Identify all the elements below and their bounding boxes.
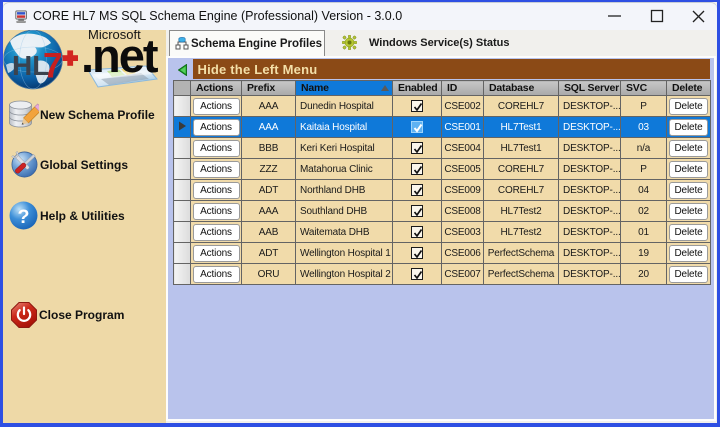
svg-text:.net: .net (81, 30, 159, 82)
svg-text:?: ? (17, 206, 29, 228)
svg-text:7: 7 (43, 47, 62, 86)
